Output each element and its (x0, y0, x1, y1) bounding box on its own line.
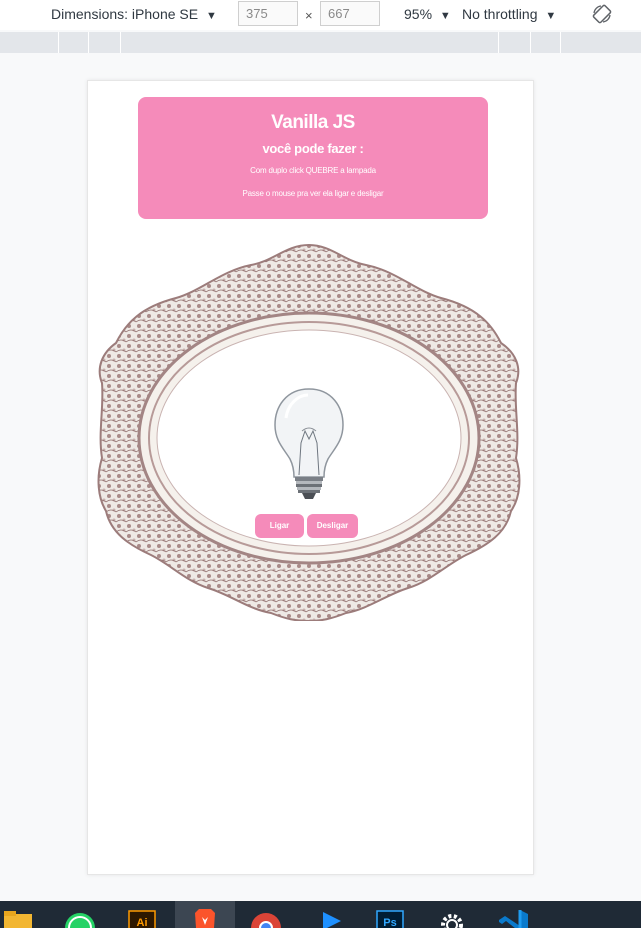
photoshop-icon[interactable]: Ps (374, 901, 406, 928)
ruler-divider (88, 32, 89, 53)
media-player-icon[interactable] (314, 901, 346, 928)
zoom-select[interactable]: 95% ▼ (404, 6, 451, 22)
ruler-divider (58, 32, 59, 53)
instruction-double-click: Com duplo click QUEBRE a lampada (250, 166, 376, 175)
throttling-label: No throttling (462, 6, 538, 22)
device-viewport: Vanilla JS você pode fazer : Com duplo c… (87, 80, 534, 875)
height-input[interactable]: 667 (320, 1, 380, 26)
active-app-tab[interactable] (175, 901, 235, 928)
rotate-icon[interactable] (592, 4, 612, 24)
taskbar: Ai Ps (0, 901, 641, 928)
ruler-divider (120, 32, 121, 53)
turn-off-button[interactable]: Desligar (307, 514, 358, 538)
svg-text:Ps: Ps (383, 917, 396, 928)
whatsapp-icon[interactable] (62, 901, 98, 928)
device-toolbar: Dimensions: iPhone SE ▼ 375 × 667 95% ▼ … (0, 0, 641, 30)
page-subtitle: você pode fazer : (262, 141, 364, 156)
file-explorer-icon[interactable] (2, 901, 36, 928)
device-label: Dimensions: iPhone SE (51, 6, 199, 22)
ruler-divider (530, 32, 531, 53)
page-title: Vanilla JS (271, 112, 355, 133)
ornate-frame (97, 243, 521, 621)
times-separator: × (305, 8, 313, 23)
ruler-divider (560, 32, 561, 53)
throttling-select[interactable]: No throttling ▼ (462, 6, 556, 22)
media-query-ruler[interactable] (0, 32, 641, 53)
chevron-down-icon: ▼ (205, 10, 217, 22)
device-select[interactable]: Dimensions: iPhone SE ▼ (51, 6, 217, 22)
vscode-icon[interactable] (496, 901, 532, 928)
chevron-down-icon: ▼ (545, 10, 557, 22)
instruction-hover: Passe o mouse pra ver ela ligar e deslig… (242, 189, 384, 198)
settings-icon[interactable] (436, 901, 468, 928)
brave-icon (195, 909, 215, 928)
illustrator-icon[interactable]: Ai (126, 901, 158, 928)
chrome-icon[interactable] (248, 901, 284, 928)
ruler-divider (498, 32, 499, 53)
zoom-label: 95% (404, 6, 433, 22)
turn-on-button[interactable]: Ligar (255, 514, 304, 538)
svg-text:Ai: Ai (137, 917, 148, 928)
header-card: Vanilla JS você pode fazer : Com duplo c… (138, 97, 488, 219)
chevron-down-icon: ▼ (439, 10, 451, 22)
width-input[interactable]: 375 (238, 1, 298, 26)
